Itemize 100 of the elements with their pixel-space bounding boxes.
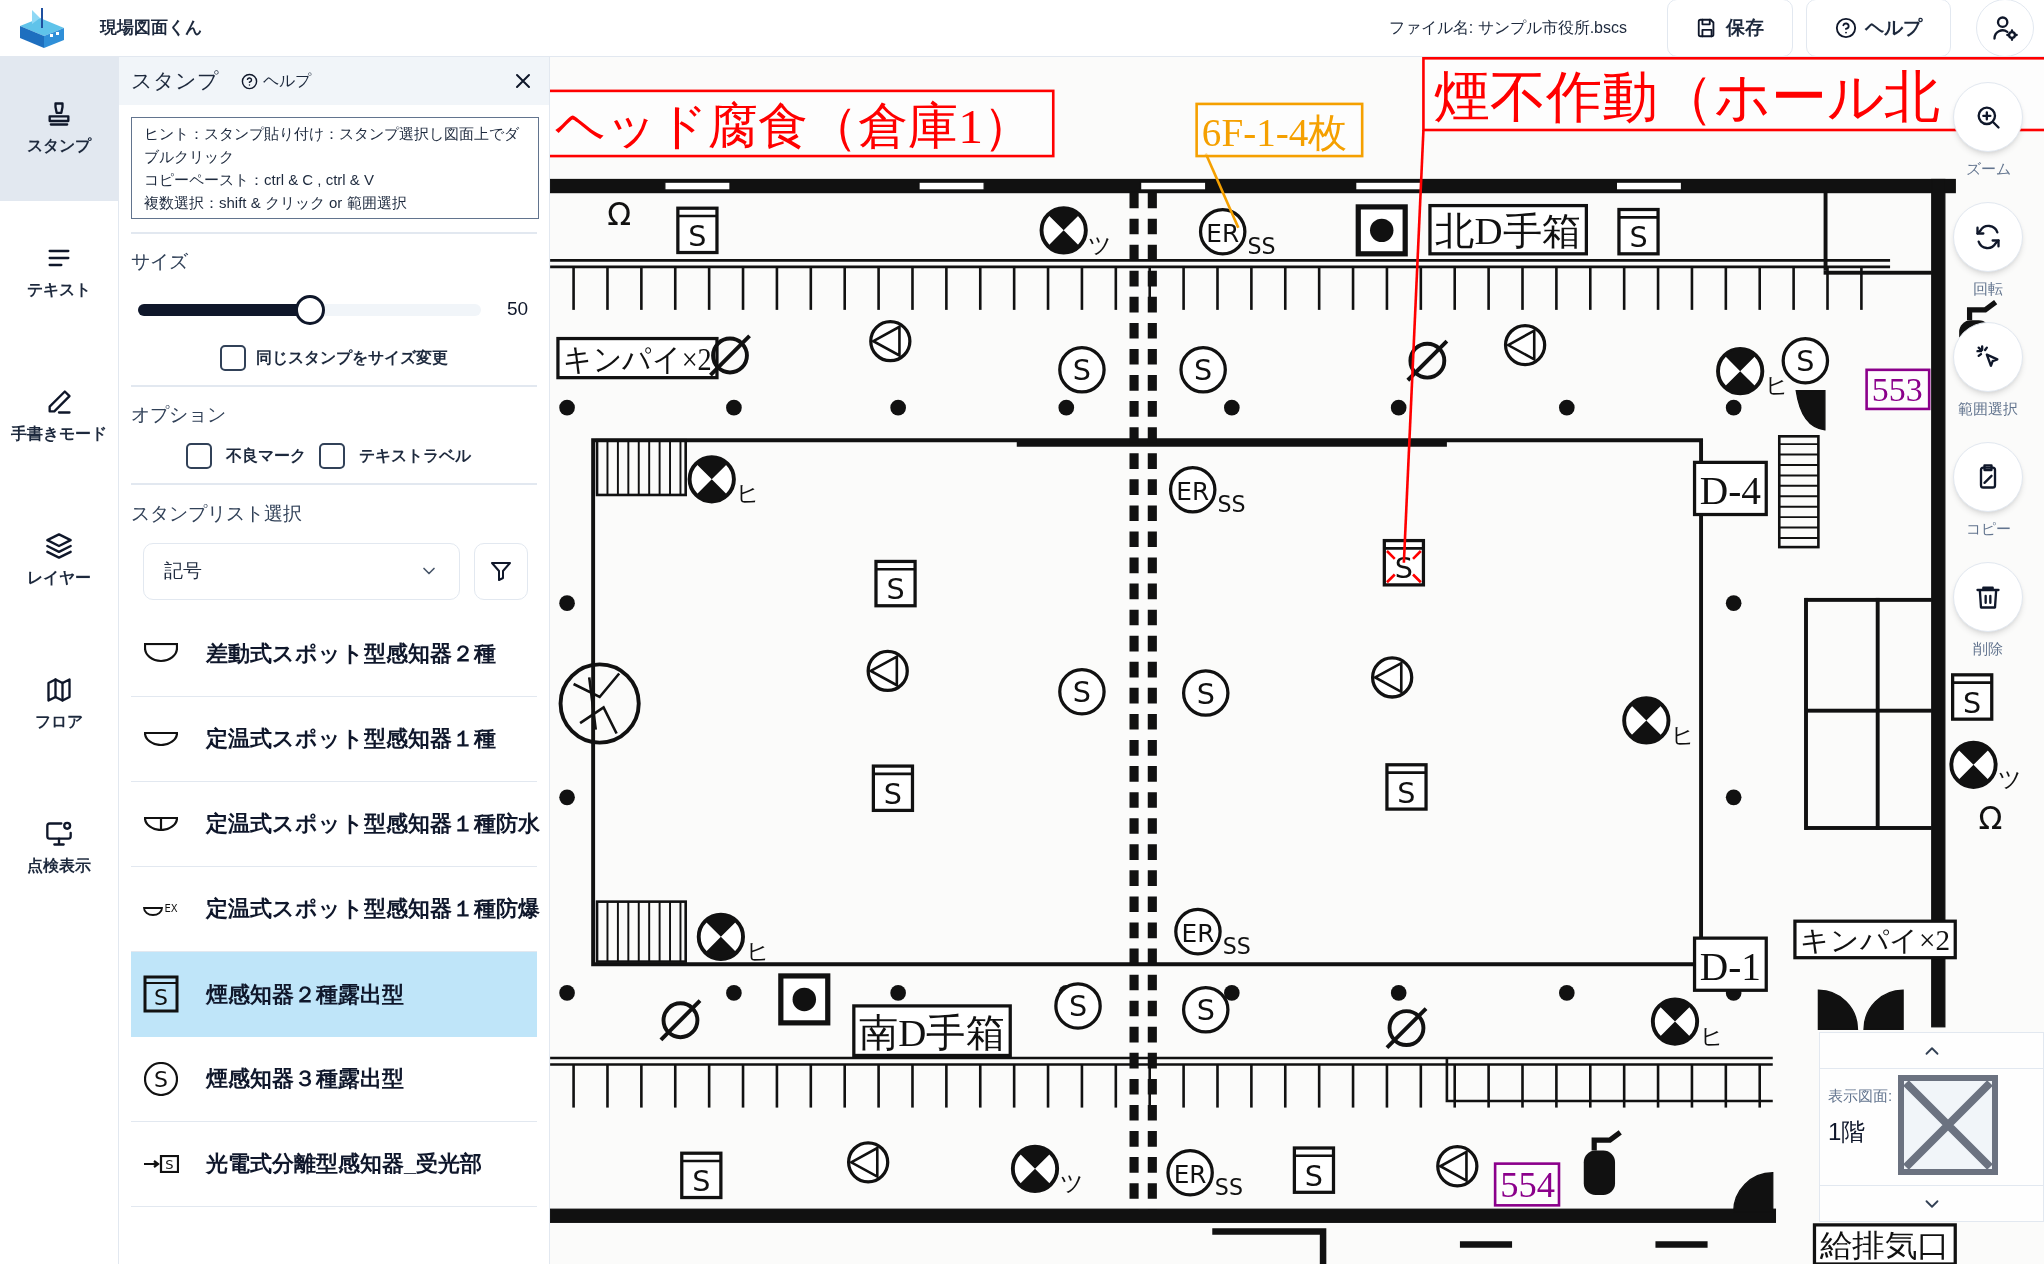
column-dot — [559, 399, 575, 416]
checkbox[interactable] — [318, 443, 345, 469]
symbol-label: SS — [1222, 932, 1251, 959]
crossed-circle-icon — [1716, 347, 1765, 396]
help-button[interactable]: ヘルプ — [1806, 0, 1951, 57]
crossed-circle-icon — [1010, 1144, 1060, 1193]
filter-button[interactable] — [474, 542, 528, 600]
window-drawing — [1139, 181, 1207, 191]
checkbox-label: テキストラベル — [358, 446, 471, 466]
square-detector-symbol: S — [871, 764, 915, 813]
slider-thumb[interactable] — [294, 294, 325, 325]
dot-square-icon — [778, 973, 831, 1026]
annotation-label[interactable]: 553 — [1865, 368, 1931, 411]
half-circle-symbol-icon — [144, 731, 178, 746]
triangle-circle-icon — [1436, 1145, 1479, 1188]
symbol-label: ツ — [1088, 230, 1113, 259]
annotation-label[interactable]: 煙不作動（ホール北 — [1422, 57, 2044, 132]
column-dot — [559, 789, 575, 806]
circle-detector-symbol: S — [1058, 346, 1106, 394]
plan-label: 給排気口 — [1812, 1223, 1957, 1264]
tool-label: コピー — [1965, 519, 2011, 539]
column-dot — [726, 985, 742, 1001]
size-slider[interactable] — [138, 294, 481, 325]
square-detector-symbol: S — [1951, 673, 1994, 721]
file-name: ファイル名: サンプル市役所.bscs — [1388, 18, 1627, 38]
tool-button[interactable] — [1953, 202, 2023, 272]
dot-square-icon — [1355, 204, 1408, 257]
detector-symbol: S — [144, 1061, 178, 1096]
symbol-label: SS — [1247, 232, 1276, 259]
symbol-label: ヒ — [745, 937, 770, 965]
plan-label: キンパイ×2 — [1793, 919, 1957, 960]
column-dot — [890, 399, 906, 416]
crossed-circle-icon — [1622, 696, 1671, 745]
symbol-label: SS — [1214, 1173, 1243, 1200]
fire-extinguisher-icon — [1583, 1130, 1622, 1195]
tool-button[interactable] — [1953, 322, 2023, 392]
window-drawing — [1615, 181, 1683, 191]
triangle-circle-icon — [847, 1141, 890, 1184]
square-detector-symbol: S — [874, 559, 917, 608]
column-dot — [1725, 789, 1742, 806]
crossed-circle-icon — [1039, 206, 1088, 255]
square-detector-symbol: S — [1617, 207, 1660, 256]
hint-text: ヒント：スタンプ貼り付け：スタンプ選択し図面上でダブルクリック コピーペースト：ctrl & C , ctrl & V 複数選択：shift & クリック or 範囲選択 — [131, 117, 539, 219]
circle-detector-symbol: S — [1181, 669, 1230, 717]
stamp-list-dropdown[interactable]: 記号 — [143, 542, 460, 600]
sidebar-tab[interactable]: スタンプ — [0, 57, 118, 201]
window-drawing — [664, 181, 731, 191]
panel-title: スタンプ — [131, 68, 219, 95]
column-dot — [559, 595, 575, 611]
map-icon — [45, 676, 73, 704]
help-icon — [241, 72, 258, 90]
checkbox[interactable] — [185, 443, 212, 469]
plan-label: D-4 — [1692, 460, 1768, 517]
column-dot — [1559, 399, 1575, 416]
monitor-gear-icon — [45, 820, 73, 848]
checkbox-label: 不良マーク — [225, 446, 306, 466]
square-detector-symbol: S — [676, 206, 719, 255]
half-circle-symbol-icon — [144, 643, 178, 664]
crossed-circle-icon — [687, 455, 736, 504]
half-circle-symbol-icon — [144, 816, 178, 831]
column-dot — [890, 985, 906, 1001]
square-detector-symbol: S — [1385, 763, 1428, 811]
square-detector-symbol: S — [1292, 1146, 1336, 1194]
column-dot — [1725, 399, 1742, 416]
annotation-label[interactable]: ヘッド腐食（倉庫1） — [550, 89, 1055, 158]
column-dot — [1224, 985, 1240, 1001]
tool-label: 範囲選択 — [1958, 399, 2018, 419]
door-drawing — [1795, 390, 1826, 431]
annotation-label[interactable]: 554 — [1493, 1162, 1561, 1207]
crossed-circle-icon — [696, 912, 745, 961]
column-dot — [1058, 399, 1075, 416]
column-dot — [1224, 399, 1240, 416]
floor-selector-label: 表示図面: — [1828, 1086, 1893, 1106]
plan-label: 北D手箱 — [1428, 203, 1588, 256]
window-drawing — [918, 181, 985, 191]
tool-button[interactable] — [1953, 82, 2023, 152]
symbol-label: ヒ — [1699, 1021, 1724, 1050]
circle-detector-symbol: ER — [1174, 907, 1222, 956]
user-settings-icon — [1991, 14, 2019, 42]
checkbox[interactable] — [220, 344, 246, 371]
tool-button[interactable] — [1953, 562, 2023, 632]
column-dot — [1390, 985, 1407, 1001]
logo-icon — [18, 6, 66, 50]
floor-thumbnail-drawing[interactable] — [1898, 1075, 1999, 1175]
rotate-icon — [1974, 223, 2002, 251]
door-drawing — [1733, 1172, 1774, 1213]
tool-label: 削除 — [1973, 639, 2003, 659]
column-dot — [559, 985, 575, 1001]
plan-label: 南D手箱 — [852, 1004, 1012, 1058]
circle-detector-symbol: S — [1179, 346, 1227, 394]
stamp-list-item[interactable]: S 煙感知器２種露出型 — [131, 951, 537, 1037]
stamp-list-label: スタンプリスト選択 — [131, 502, 303, 526]
column-dot — [1390, 399, 1407, 416]
help-link[interactable]: ヘルプ — [241, 69, 311, 93]
slashed-circle-icon — [1385, 1007, 1428, 1049]
filter-icon — [489, 559, 513, 583]
save-button[interactable]: 保存 — [1667, 0, 1793, 57]
circle-detector-symbol: ER — [1166, 1148, 1214, 1197]
slashed-circle-icon — [659, 999, 702, 1042]
tool-button[interactable] — [1953, 442, 2023, 512]
